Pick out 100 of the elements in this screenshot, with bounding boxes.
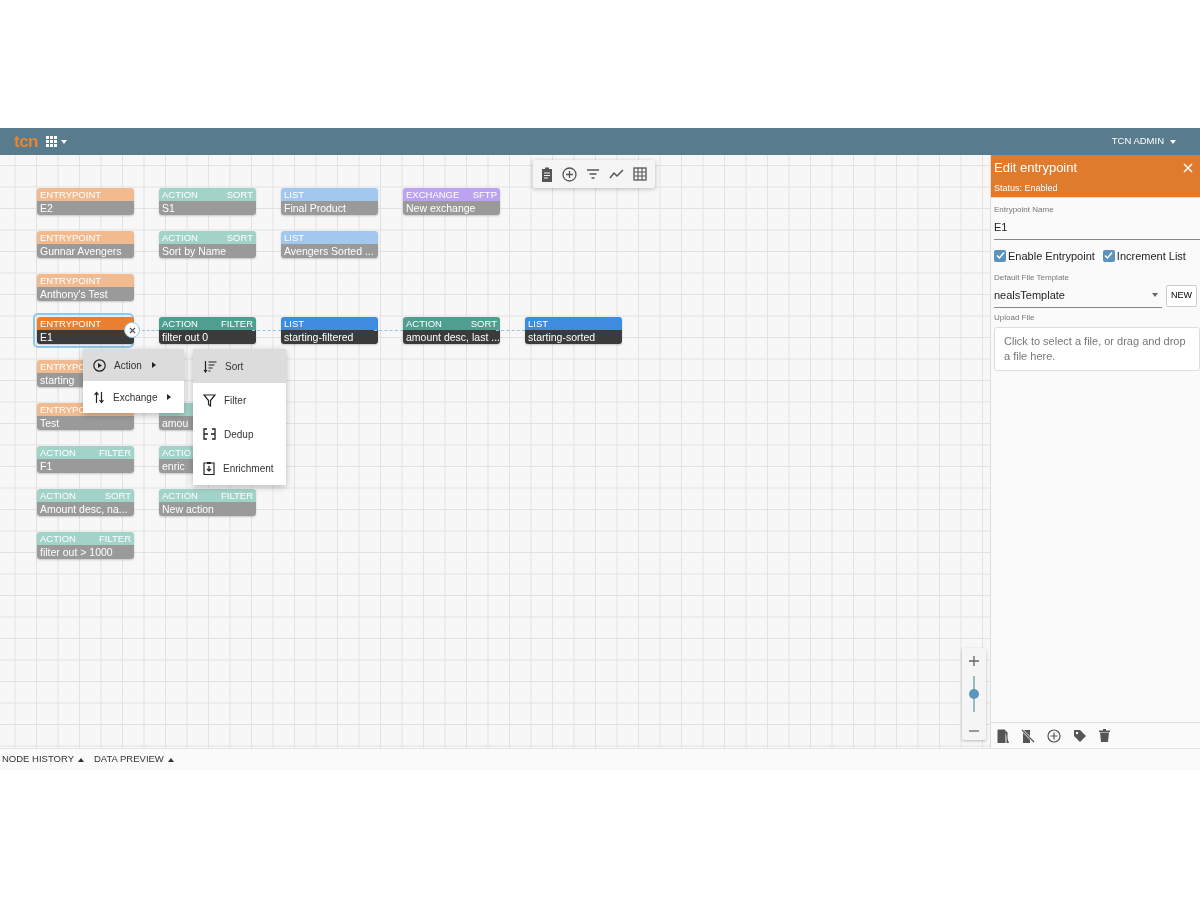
table-icon[interactable] [633, 167, 647, 181]
add-circle-icon[interactable] [562, 166, 577, 182]
field-label: Entrypoint Name [994, 204, 1055, 216]
node-type: EXCHANGE [406, 188, 460, 201]
menu-item[interactable]: Dedup [193, 417, 286, 451]
node-type: ENTRYPOINT [40, 231, 102, 244]
slider-thumb[interactable] [969, 689, 979, 699]
panel-title: Edit entrypoint [994, 159, 1078, 177]
filter-lines-icon[interactable] [586, 168, 600, 180]
trash-icon[interactable] [1099, 729, 1110, 742]
menu-item[interactable]: Sort [193, 349, 286, 383]
node-name: amount desc, last ... [403, 330, 500, 344]
node-type: ENTRYPOINT [40, 188, 102, 201]
node-name: New exchange [403, 201, 500, 215]
user-menu[interactable]: TCN ADMIN [1111, 134, 1164, 149]
node-subtype: FILTER [98, 446, 131, 459]
node-subtype: SFTP [472, 188, 497, 201]
flow-node[interactable]: LIST starting-filtered [281, 317, 378, 344]
file-drop-zone[interactable]: Click to select a file, or drag and drop a file here. [994, 326, 1200, 372]
node-name: filter out 0 [159, 330, 256, 344]
node-subtype: SORT [104, 489, 131, 502]
funnel-icon [203, 393, 216, 407]
menu-item[interactable]: Enrichment [193, 451, 286, 485]
node-name: F1 [37, 459, 134, 473]
node-type: ACTION [40, 446, 76, 459]
node-name: Gunnar Avengers [37, 244, 134, 258]
checkbox[interactable] [994, 249, 1006, 262]
node-subtype: SORT [226, 188, 253, 201]
node-name: Anthony's Test [37, 287, 134, 301]
door-crossed-icon[interactable] [1021, 728, 1035, 743]
node-type: ACTION [162, 188, 198, 201]
field-label: Upload File [994, 311, 1036, 324]
checkbox-label: Increment List [1116, 248, 1186, 264]
menu-item[interactable]: Exchange [83, 381, 184, 413]
flow-node[interactable]: ACTION FILTER filter out 0 [159, 317, 256, 344]
new-button[interactable]: NEW [1166, 285, 1197, 307]
node-type: ACTION [162, 489, 198, 502]
node-subtype: SORT [226, 231, 253, 244]
node-subtype: FILTER [98, 532, 131, 545]
play-circle-icon [93, 358, 106, 372]
node-type: LIST [284, 231, 305, 244]
node-type: ENTRYPOINT [40, 274, 102, 287]
node-subtype: FILTER [220, 489, 253, 502]
close-button[interactable] [124, 322, 140, 338]
line-chart-icon[interactable] [609, 168, 624, 180]
plus-icon [969, 655, 979, 666]
node-name: New action [159, 502, 256, 516]
node-name: S1 [159, 201, 256, 215]
dedup-icon [203, 428, 216, 440]
checkbox-label: Enable Entrypoint [1008, 248, 1095, 264]
node-name: Amount desc, na... [37, 502, 134, 516]
status-text: Status: Enabled [994, 181, 1059, 195]
node-type: LIST [284, 317, 305, 330]
close-icon [128, 326, 136, 334]
node-name: starting-sorted [525, 330, 622, 344]
caret-up-icon [78, 757, 84, 762]
swap-arrows-icon [93, 390, 105, 404]
node-name: Final Product [281, 201, 378, 215]
close-icon[interactable] [1183, 162, 1193, 173]
node-name: Sort by Name [159, 244, 256, 258]
name-field[interactable]: E1 [994, 216, 1200, 240]
node-type: ENTRYPOINT [40, 317, 102, 330]
node-name: E2 [37, 201, 134, 215]
node-type: ACTION [40, 489, 76, 502]
sort-icon [203, 359, 217, 373]
caret-icon[interactable] [1170, 139, 1176, 144]
door-icon[interactable] [997, 728, 1009, 743]
panel-toggle[interactable]: NODE HISTORY [2, 752, 84, 767]
node-type: ACTIO [162, 446, 192, 459]
tag-icon[interactable] [1073, 728, 1087, 743]
node-subtype: FILTER [220, 317, 253, 330]
node-name: filter out > 1000 [37, 545, 134, 559]
flow-node[interactable]: LIST starting-sorted [525, 317, 622, 344]
template-select[interactable]: nealsTemplate [994, 284, 1162, 308]
node-name: E1 [37, 330, 134, 344]
menu-item[interactable]: Filter [193, 383, 286, 417]
node-name: Test [37, 416, 134, 430]
node-type: LIST [284, 188, 305, 201]
node-type: LIST [528, 317, 549, 330]
caret-right-icon [167, 394, 172, 400]
caret-up-icon [167, 757, 174, 762]
add-circle-icon[interactable] [1047, 728, 1061, 743]
flow-node[interactable]: ENTRYPOINT E1 [37, 317, 134, 344]
node-subtype: SORT [470, 317, 497, 330]
flow-node[interactable]: ACTION SORT amount desc, last ... [403, 317, 500, 344]
clipboard-download-icon [203, 461, 215, 475]
node-type: ACTION [162, 231, 198, 244]
field-label: Default File Template [994, 272, 1070, 284]
node-type: ACTION [406, 317, 442, 330]
panel-toggle[interactable]: DATA PREVIEW [94, 752, 174, 767]
caret-icon[interactable] [61, 139, 67, 144]
clipboard-icon[interactable] [541, 166, 553, 182]
checkbox[interactable] [1102, 249, 1115, 262]
caret-right-icon [151, 362, 156, 368]
node-type: ACTION [40, 532, 76, 545]
apps-grid-icon[interactable] [46, 136, 57, 147]
node-name: starting-filtered [281, 330, 378, 344]
node-type: ACTION [162, 317, 198, 330]
node-name: Avengers Sorted ... [281, 244, 378, 258]
menu-item[interactable]: Action [83, 349, 184, 381]
